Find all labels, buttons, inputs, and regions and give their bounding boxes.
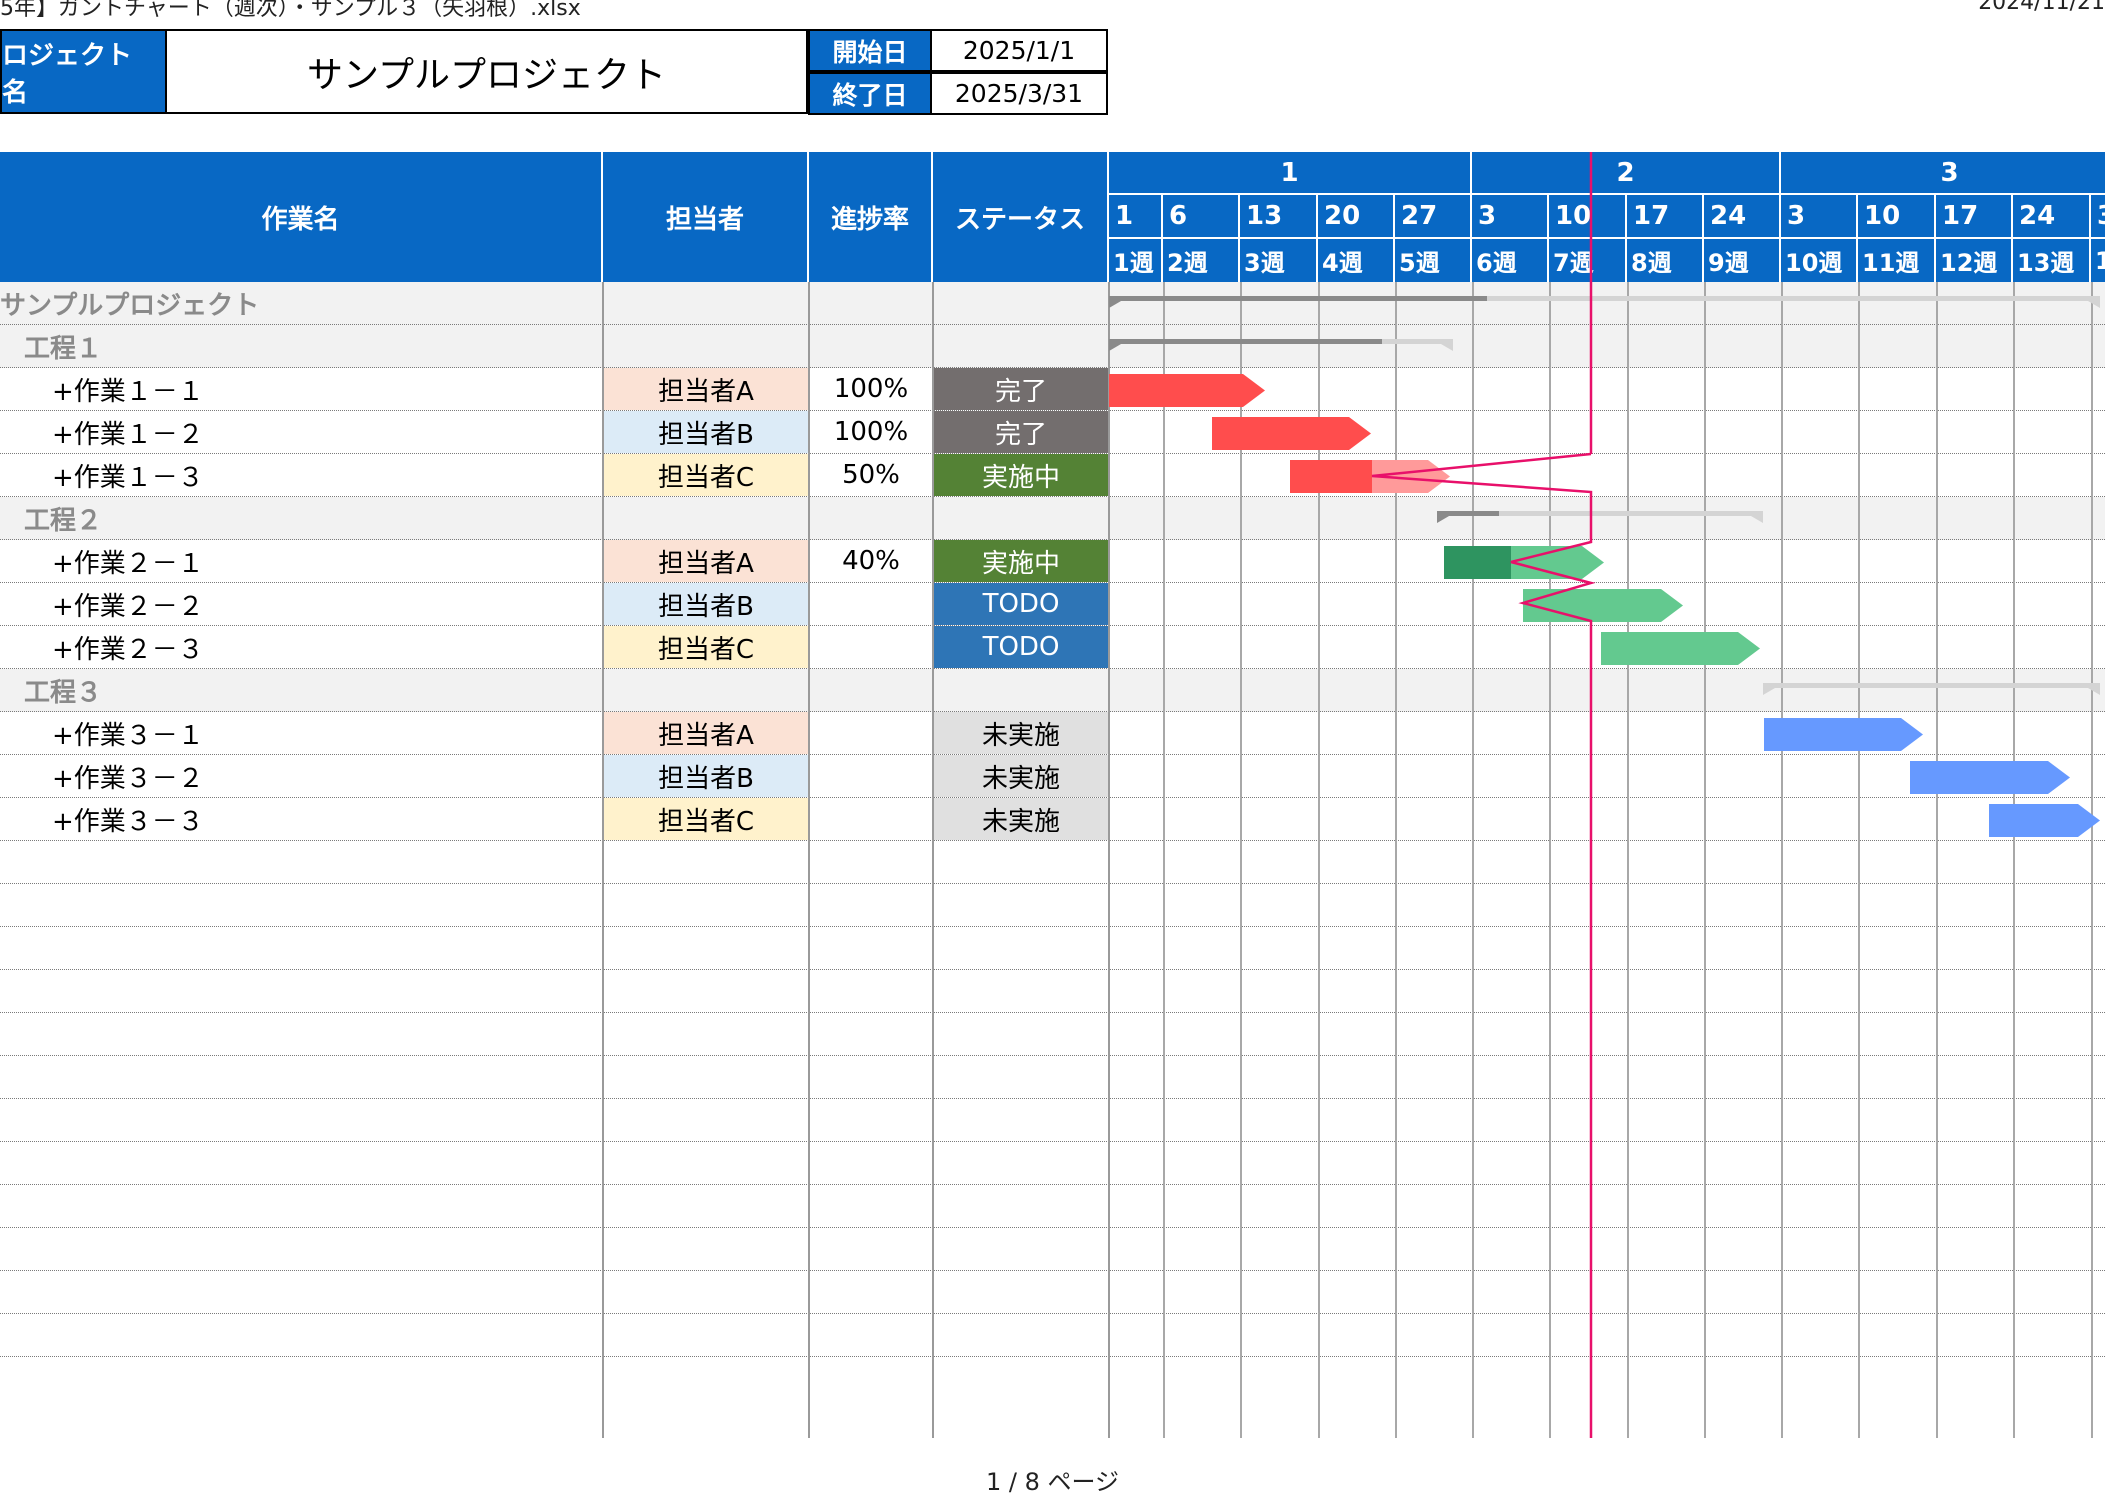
group3-summary-bar-track bbox=[1763, 683, 2100, 695]
task-bar bbox=[1989, 804, 2100, 837]
task-bar bbox=[1910, 761, 2070, 794]
task-bar-done bbox=[1444, 546, 1511, 579]
task-bar bbox=[1212, 417, 1371, 450]
task-bar-done bbox=[1290, 460, 1372, 493]
group1-summary-bar-progress bbox=[1109, 339, 1382, 351]
gantt-bars bbox=[1109, 152, 2100, 1438]
task-bar bbox=[1601, 632, 1760, 665]
task-bar bbox=[1109, 374, 1265, 407]
page-footer: 1 / 8 ページ bbox=[985, 1468, 1120, 1496]
group2-summary-bar-progress bbox=[1437, 511, 1499, 523]
task-bar bbox=[1764, 718, 1923, 751]
project-summary-bar-progress bbox=[1109, 296, 1487, 308]
task-bar bbox=[1523, 589, 1683, 622]
